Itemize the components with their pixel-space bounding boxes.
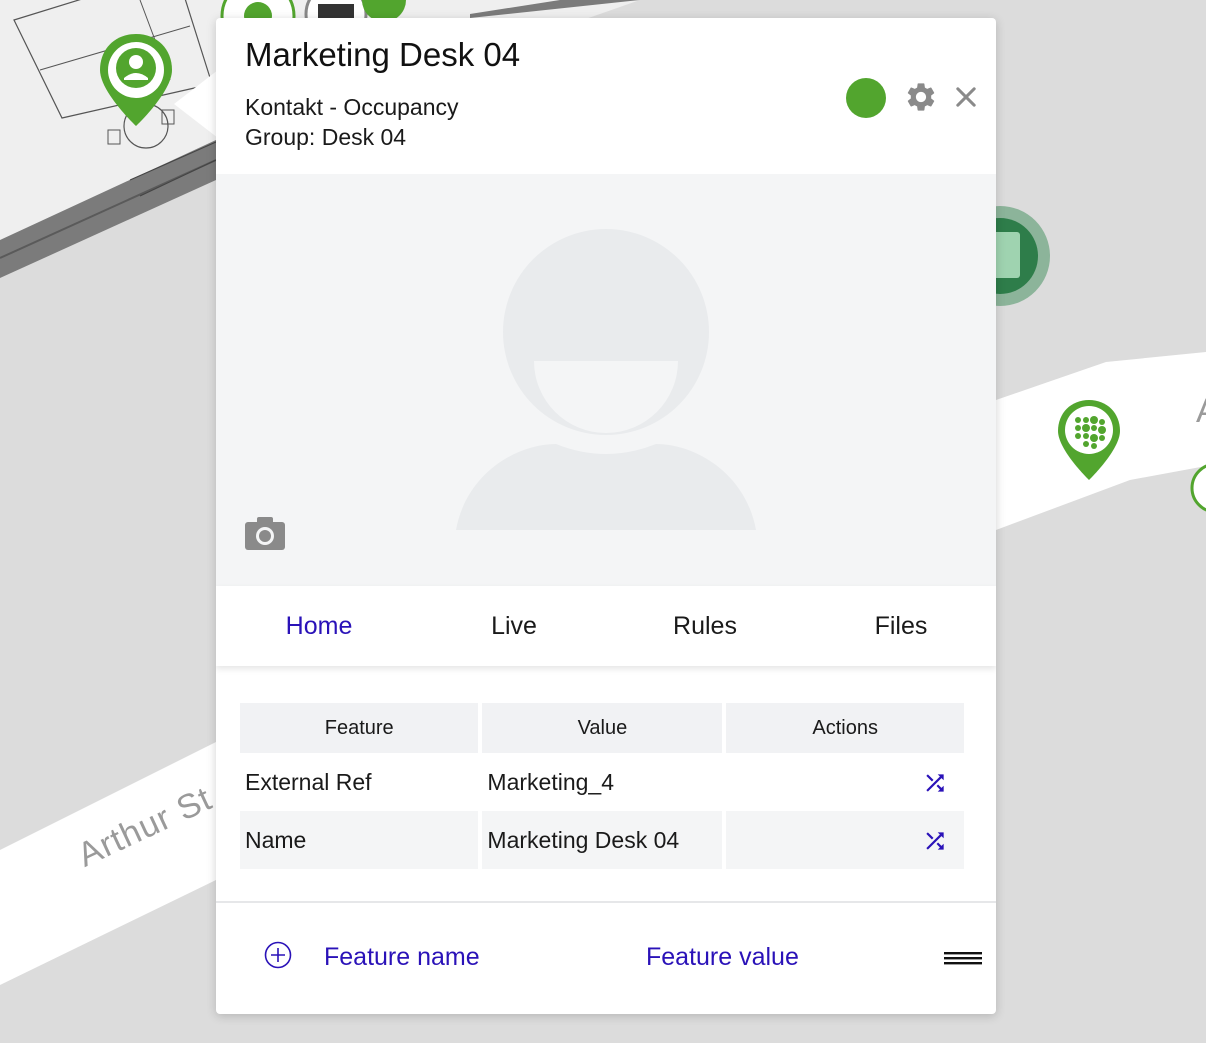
group-label: Group: Desk 04: [245, 124, 407, 150]
feature-value-field[interactable]: Feature value: [646, 943, 799, 972]
table-row: Name Marketing Desk 04: [240, 811, 964, 869]
actions-cell: [726, 753, 964, 811]
feature-cell: External Ref: [245, 768, 372, 795]
feature-name-field[interactable]: Feature name: [324, 943, 480, 972]
close-icon[interactable]: [952, 80, 980, 114]
table-row: External Ref Marketing_4: [240, 753, 964, 811]
gear-icon[interactable]: [904, 80, 938, 114]
table-header-row: Feature Value Actions: [240, 703, 964, 753]
tab-rules[interactable]: Rules: [622, 586, 788, 666]
tab-home[interactable]: Home: [236, 586, 402, 666]
column-header-actions: Actions: [726, 703, 964, 753]
device-detail-panel: Marketing Desk 04 Kontakt - Occupancy Gr…: [216, 18, 996, 1014]
device-photo: [216, 174, 996, 586]
column-header-value: Value: [482, 703, 723, 753]
avatar-placeholder-icon: [456, 229, 756, 530]
features-table: Feature Value Actions External Ref Marke…: [236, 703, 968, 869]
street-label-partial: A: [1196, 392, 1206, 431]
panel-title: Marketing Desk 04: [245, 36, 521, 73]
actions-cell: [726, 811, 964, 869]
desk-occupancy-marker[interactable]: [98, 32, 174, 133]
menu-icon[interactable]: [944, 949, 982, 967]
popup-pointer: [174, 70, 218, 138]
column-header-feature: Feature: [240, 703, 479, 753]
status-indicator: [846, 78, 886, 118]
feature-cell: Name: [240, 811, 479, 869]
value-cell: Marketing Desk 04: [482, 811, 723, 869]
person-pin-icon: [100, 34, 172, 126]
panel-header: Marketing Desk 04 Kontakt - Occupancy Gr…: [216, 18, 996, 174]
sensor-pin-icon: [1058, 400, 1120, 480]
tab-live[interactable]: Live: [431, 586, 597, 666]
tab-bar: Home Live Rules Files: [216, 586, 996, 666]
value-cell: Marketing_4: [487, 768, 614, 795]
shuffle-icon[interactable]: [918, 770, 952, 796]
add-circle-icon[interactable]: [264, 941, 292, 969]
add-feature-bar: Feature name Feature value: [216, 903, 996, 1014]
device-type-label: Kontakt - Occupancy: [245, 94, 459, 120]
sensor-marker[interactable]: [1056, 398, 1122, 487]
camera-icon[interactable]: [245, 516, 287, 552]
shuffle-icon[interactable]: [918, 828, 952, 854]
tab-files[interactable]: Files: [818, 586, 984, 666]
